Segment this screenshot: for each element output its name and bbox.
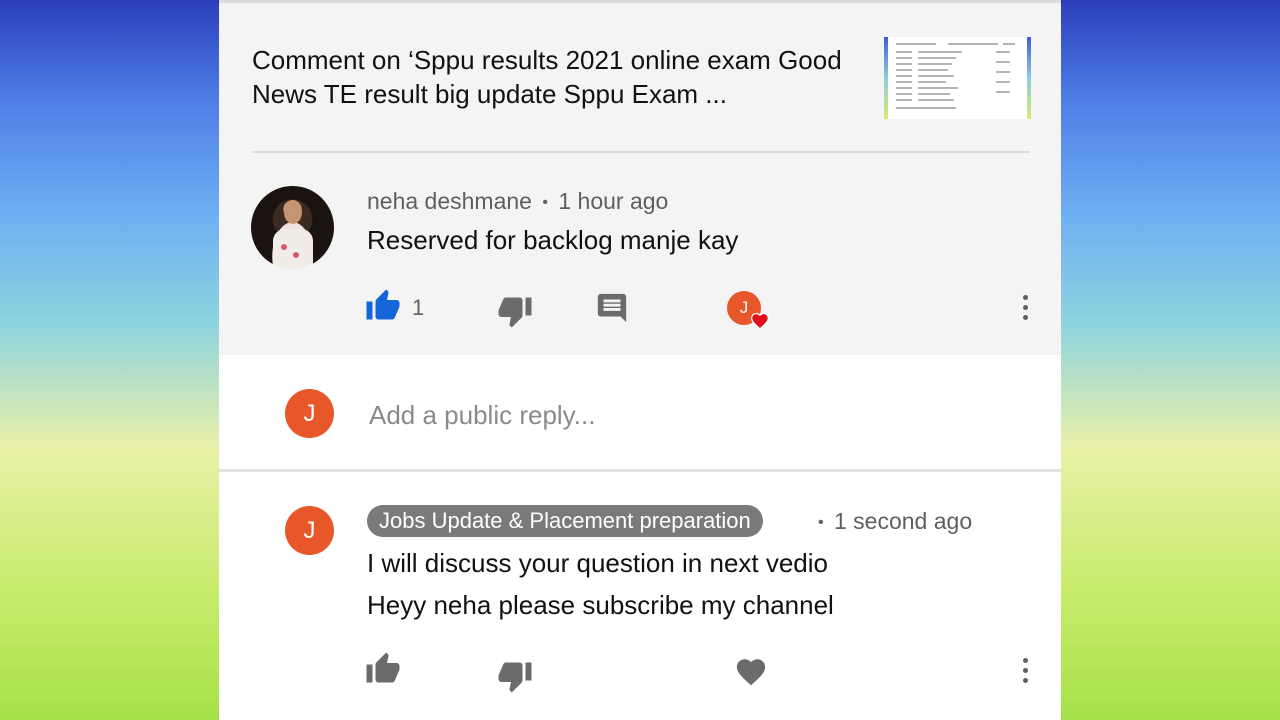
meta-separator: • bbox=[542, 193, 548, 211]
heart-icon[interactable] bbox=[734, 655, 768, 689]
comment-thread-header: Comment on ‘Sppu results 2021 online exa… bbox=[219, 0, 1061, 355]
reply-text-line2: Heyy neha please subscribe my channel bbox=[367, 590, 834, 620]
comments-panel: Comment on ‘Sppu results 2021 online exa… bbox=[219, 0, 1061, 720]
reply-meta: • 1 second ago bbox=[818, 508, 972, 535]
more-vert-icon[interactable] bbox=[1023, 658, 1029, 688]
comment-time: 1 hour ago bbox=[558, 188, 669, 214]
section-divider bbox=[219, 469, 1061, 472]
comment-text: Reserved for backlog manje kay bbox=[367, 225, 739, 255]
reply-time: 1 second ago bbox=[834, 508, 973, 534]
comment-icon[interactable] bbox=[595, 291, 629, 325]
channel-owner-chip[interactable]: Jobs Update & Placement preparation bbox=[367, 505, 763, 537]
commenter-avatar[interactable] bbox=[251, 186, 334, 269]
reply-input[interactable] bbox=[367, 394, 971, 436]
meta-separator: • bbox=[818, 513, 824, 531]
more-vert-icon[interactable] bbox=[1023, 295, 1029, 325]
header-divider bbox=[252, 151, 1030, 153]
heart-icon bbox=[751, 312, 769, 330]
video-thumbnail[interactable] bbox=[884, 37, 1031, 119]
comment-meta: neha deshmane • 1 hour ago bbox=[367, 188, 668, 215]
video-title[interactable]: Comment on ‘Sppu results 2021 online exa… bbox=[252, 43, 852, 111]
thumb-up-icon[interactable] bbox=[365, 651, 401, 687]
user-avatar: J bbox=[285, 389, 334, 438]
creator-heart-badge: J bbox=[727, 291, 769, 330]
thumb-up-icon[interactable] bbox=[365, 288, 401, 324]
comment-author[interactable]: neha deshmane bbox=[367, 188, 532, 214]
thumb-down-icon[interactable] bbox=[497, 293, 533, 329]
reply-text-line1: I will discuss your question in next ved… bbox=[367, 548, 829, 578]
like-count: 1 bbox=[412, 295, 425, 320]
thumb-down-icon[interactable] bbox=[497, 658, 533, 694]
reply-avatar[interactable]: J bbox=[285, 506, 334, 555]
